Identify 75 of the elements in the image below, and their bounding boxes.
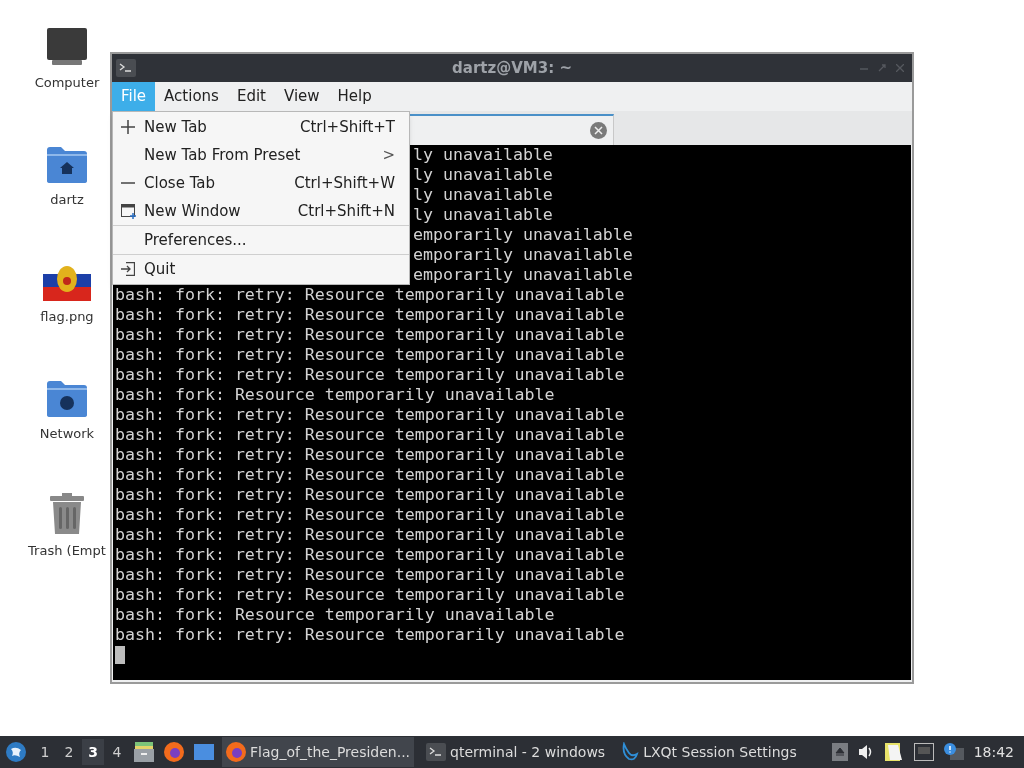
desktop-icon-label[interactable]: Network	[39, 424, 95, 444]
terminal-line: ly unavailable	[413, 185, 553, 205]
terminal-line: bash: fork: retry: Resource temporarily unavailable	[115, 565, 625, 585]
terminal-line: bash: fork: retry: Resource temporarily unavailable	[115, 525, 625, 545]
terminal-line: ly unavailable	[413, 145, 553, 165]
trash-icon	[49, 493, 85, 535]
terminal-line: emporarily unavailable	[413, 225, 633, 245]
desktop-icon-label[interactable]: Computer	[34, 73, 100, 93]
task-button[interactable]: Flag_of_the_Presiden...	[222, 737, 415, 767]
text-cursor	[115, 646, 125, 664]
shortcut-label: Ctrl+Shift+N	[297, 200, 395, 222]
task-button[interactable]: qterminal - 2 windows	[422, 737, 610, 767]
close-tab-icon[interactable]	[590, 122, 607, 139]
desktop-switch-button[interactable]: 2	[58, 739, 80, 765]
terminal-line: bash: fork: retry: Resource temporarily unavailable	[115, 285, 625, 305]
terminal-icon[interactable]	[116, 59, 136, 77]
menu-item[interactable]: Help	[328, 82, 381, 111]
desktop-icon-label[interactable]: flag.png	[40, 307, 94, 327]
terminal-area[interactable]	[113, 145, 911, 680]
terminal-line: ly unavailable	[413, 165, 553, 185]
desktop-switch-button[interactable]: 1	[34, 739, 56, 765]
menu-item[interactable]: Actions	[155, 82, 228, 111]
window-title: dartz@VM3: ~	[451, 57, 573, 79]
menu-entry[interactable]: New Window Ctrl+Shift+N	[113, 197, 409, 225]
terminal-line: bash: fork: retry: Resource temporarily unavailable	[115, 425, 625, 445]
volume-icon[interactable]	[857, 744, 874, 760]
desktop-icon-label[interactable]: Trash (Empt	[28, 541, 106, 561]
clipboard-icon[interactable]	[883, 742, 904, 762]
terminal-line: bash: fork: retry: Resource temporarily unavailable	[115, 625, 625, 645]
new-window-icon	[121, 203, 137, 219]
terminal-line: bash: fork: retry: Resource temporarily unavailable	[115, 505, 625, 525]
shortcut-label: Ctrl+Shift+T	[299, 116, 395, 138]
terminal-line: bash: fork: retry: Resource temporarily unavailable	[115, 325, 625, 345]
desktop-switch-button[interactable]: 4	[106, 739, 128, 765]
terminal-line: bash: fork: retry: Resource temporarily unavailable	[115, 365, 625, 385]
bird-icon	[621, 742, 640, 762]
clock[interactable]: 18:42	[973, 741, 1014, 763]
desktop-switch-button[interactable]: 3	[82, 739, 104, 765]
terminal-line: bash: fork: retry: Resource temporarily unavailable	[115, 465, 625, 485]
menu-item[interactable]: View	[274, 82, 329, 111]
browser-icon[interactable]	[164, 742, 184, 762]
terminal-line: bash: fork: Resource temporarily unavailable	[115, 605, 555, 625]
start-menu-icon[interactable]	[6, 742, 26, 762]
task-button[interactable]: LXQt Session Settings	[617, 737, 801, 767]
terminal-line: bash: fork: retry: Resource temporarily unavailable	[115, 345, 625, 365]
menu-item[interactable]: Edit	[227, 82, 275, 111]
eject-icon[interactable]	[831, 743, 848, 761]
terminal-line: bash: fork: Resource temporarily unavailable	[115, 385, 555, 405]
terminal-line: bash: fork: retry: Resource temporarily unavailable	[115, 545, 625, 565]
menu-entry[interactable]: Preferences...	[113, 226, 409, 254]
exit-icon	[121, 262, 135, 276]
submenu-arrow: >	[382, 144, 395, 166]
terminal-line: ly unavailable	[413, 205, 553, 225]
terminal-line: bash: fork: retry: Resource temporarily unavailable	[115, 585, 625, 605]
terminal-line: bash: fork: retry: Resource temporarily unavailable	[115, 445, 625, 465]
terminal-line: bash: fork: retry: Resource temporarily unavailable	[115, 485, 625, 505]
desktop-icon-label[interactable]: dartz	[50, 190, 84, 210]
minus-icon	[121, 182, 135, 184]
home-folder-icon	[46, 146, 88, 184]
plus-icon	[121, 120, 135, 134]
monitor-icon	[46, 27, 88, 67]
terminal-line: bash: fork: retry: Resource temporarily unavailable	[115, 305, 625, 325]
network-icon[interactable]	[913, 743, 934, 761]
menu-entry[interactable]: Close Tab Ctrl+Shift+W	[113, 169, 409, 197]
menu-entry[interactable]: Quit	[113, 255, 409, 283]
terminal-line: emporarily unavailable	[413, 245, 633, 265]
terminal-line: bash: fork: retry: Resource temporarily unavailable	[115, 405, 625, 425]
network-folder-icon	[46, 380, 88, 418]
terminal-icon	[426, 743, 447, 761]
terminal-line: emporarily unavailable	[413, 265, 633, 285]
file-cabinet-icon[interactable]	[134, 742, 154, 762]
notification-icon[interactable]	[943, 743, 964, 761]
menu-entry[interactable]: New Tab From Preset >	[113, 141, 409, 169]
shortcut-label: Ctrl+Shift+W	[294, 172, 395, 194]
browser-icon	[226, 742, 246, 762]
